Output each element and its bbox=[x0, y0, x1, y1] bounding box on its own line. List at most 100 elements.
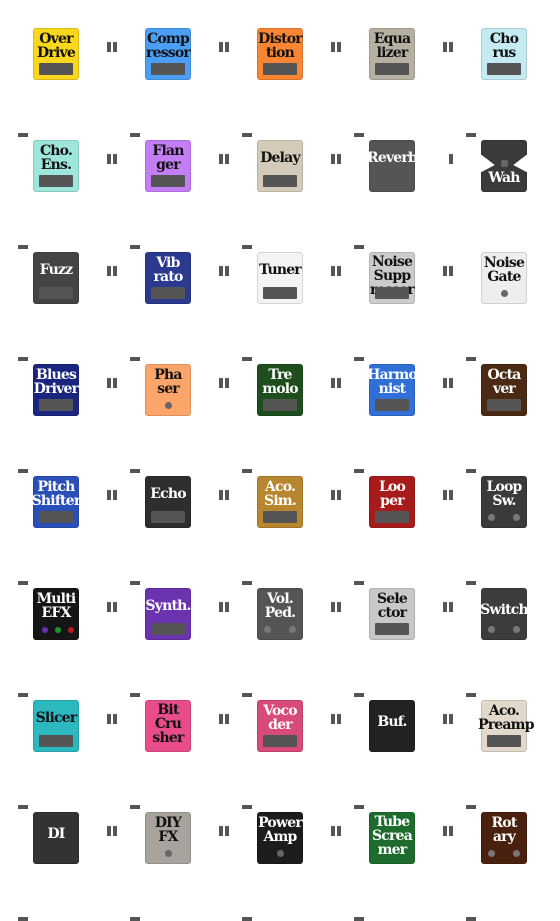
pedal-label: Tube Screa mer bbox=[366, 815, 418, 857]
pedal-label: Cho rus bbox=[478, 32, 530, 60]
pedal-label-line: ger bbox=[156, 157, 180, 173]
pedal-sticker[interactable]: Octa ver bbox=[443, 356, 560, 473]
pedal-sticker[interactable]: Switch bbox=[443, 580, 560, 697]
pedal-sticker[interactable]: Cho rus bbox=[443, 20, 560, 137]
pedal-sticker[interactable]: Reverb bbox=[331, 132, 453, 249]
pedal-sticker[interactable]: DI bbox=[0, 804, 117, 921]
pedal-label-line: Flan bbox=[152, 143, 184, 159]
pedal-sticker[interactable]: Flan ger bbox=[107, 132, 229, 249]
pedal-sticker[interactable]: Tre molo bbox=[219, 356, 341, 473]
pedal-label-line: Buf. bbox=[377, 714, 407, 730]
pedal-sticker[interactable]: Loo per bbox=[331, 468, 453, 585]
input-jack-icon bbox=[443, 490, 447, 500]
pedal-label: Reverb bbox=[366, 151, 418, 165]
pedal-body: Synth. bbox=[145, 588, 191, 640]
pedal-body: Vol. Ped. bbox=[257, 588, 303, 640]
pedal-sticker[interactable]: Pha ser bbox=[107, 356, 229, 473]
pedal-label: Distor tion bbox=[254, 32, 306, 60]
pedal-sticker[interactable]: Pitch Shifter bbox=[0, 468, 117, 585]
pedal-body: Cho. Ens. bbox=[33, 140, 79, 192]
pedal-label-line: sher bbox=[152, 730, 184, 746]
pedal-label-line: rus bbox=[492, 45, 516, 61]
pedal-label: Slicer bbox=[30, 711, 82, 725]
pedal-sticker[interactable]: DIY FX bbox=[107, 804, 229, 921]
display-bar bbox=[263, 399, 297, 411]
pedal-label: Fuzz bbox=[30, 263, 82, 277]
pedal-label: Loo per bbox=[366, 480, 418, 508]
pedal-label-line: Comp bbox=[147, 31, 190, 47]
pedal-sticker[interactable]: Vol. Ped. bbox=[219, 580, 341, 697]
pedal-label-line: Loop bbox=[486, 479, 522, 495]
pedal-body: Multi EFX bbox=[33, 588, 79, 640]
pedal-sticker[interactable]: Rot ary bbox=[443, 804, 560, 921]
pedal-sticker[interactable]: Delay bbox=[219, 132, 341, 249]
pedal-label-line: per bbox=[380, 493, 404, 509]
pedal-sticker[interactable]: Equa lizer bbox=[331, 20, 453, 137]
pedal-sticker[interactable]: Multi EFX bbox=[0, 580, 117, 697]
pedal-label-line: EFX bbox=[41, 605, 71, 621]
pedal-sticker[interactable]: Distor tion bbox=[219, 20, 341, 137]
input-jack-icon bbox=[219, 826, 223, 836]
pedal-label: Blues Driver bbox=[30, 368, 82, 396]
pedal-sticker[interactable]: Noise Gate bbox=[443, 244, 560, 361]
pedal-sticker[interactable]: Loop Sw. bbox=[443, 468, 560, 585]
pedal-label-line: DIY bbox=[154, 815, 182, 831]
pedal-sticker[interactable]: Cho. Ens. bbox=[0, 132, 117, 249]
pedal-sticker[interactable]: Blues Driver bbox=[0, 356, 117, 473]
pedal-sticker[interactable]: Harmo nist bbox=[331, 356, 453, 473]
pedal-sticker[interactable]: Buf. bbox=[331, 692, 453, 809]
pedal-sticker[interactable]: Aco. Sim. bbox=[219, 468, 341, 585]
pedal-sticker[interactable]: Slicer bbox=[0, 692, 117, 809]
pedal-label-line: Slicer bbox=[35, 710, 78, 726]
pedal-label: Over Drive bbox=[30, 32, 82, 60]
pedal-body: Sele ctor bbox=[369, 588, 415, 640]
pedal-body: Cho rus bbox=[481, 28, 527, 80]
pedal-label: Power Amp bbox=[254, 816, 306, 844]
pedal-label-line: Noise bbox=[483, 255, 525, 271]
input-jack-icon bbox=[443, 378, 447, 388]
pedal-label: Synth. bbox=[142, 599, 194, 613]
pedal-sticker[interactable]: Fuzz bbox=[0, 244, 117, 361]
pedal-sticker[interactable]: Over Drive bbox=[0, 20, 117, 137]
pedal-sticker[interactable]: Power Amp bbox=[219, 804, 341, 921]
pedal-sticker[interactable]: NoiseSuppressor bbox=[331, 244, 453, 361]
pedal-body: Vib rato bbox=[145, 252, 191, 304]
display-bar bbox=[263, 735, 297, 747]
pedal-label-line: Ens. bbox=[40, 157, 72, 173]
pedal-sticker[interactable]: Vib rato bbox=[107, 244, 229, 361]
pedal-body: Over Drive bbox=[33, 28, 79, 80]
pedal-body: Reverb bbox=[366, 140, 418, 192]
input-jack-icon bbox=[107, 826, 111, 836]
input-jack-icon bbox=[219, 42, 223, 52]
pedal-label: Bit Cru sher bbox=[142, 703, 194, 745]
pedal-sticker[interactable]: Wah bbox=[448, 132, 560, 244]
input-jack-icon bbox=[107, 42, 111, 52]
pedal-sticker[interactable]: Bit Cru sher bbox=[107, 692, 229, 809]
input-jack-icon bbox=[219, 714, 223, 724]
pedal-body: DIY FX bbox=[145, 812, 191, 864]
pedal-label-line: mer bbox=[377, 842, 408, 858]
input-jack-icon bbox=[331, 42, 335, 52]
pedal-label-line: Driver bbox=[33, 381, 79, 397]
input-jack-icon bbox=[107, 490, 111, 500]
pedal-label-line: Tuner bbox=[259, 262, 302, 278]
pedal-label-line: nist bbox=[378, 381, 406, 397]
footswitch-icon bbox=[513, 514, 520, 521]
input-jack-icon bbox=[331, 602, 335, 612]
pedal-label-line: Pha bbox=[154, 367, 182, 383]
pedal-sticker[interactable]: Sele ctor bbox=[331, 580, 453, 697]
pedal-label-line: Vol. bbox=[267, 591, 294, 607]
pedal-sticker[interactable]: Tube Screa mer bbox=[331, 804, 453, 921]
pedal-sticker[interactable]: Aco. Preamp bbox=[443, 692, 560, 809]
pedal-label: Sele ctor bbox=[366, 592, 418, 620]
pedal-label-line: ver bbox=[492, 381, 516, 397]
pedal-sticker[interactable]: Comp ressor bbox=[107, 20, 229, 137]
input-jack-icon bbox=[331, 378, 335, 388]
pedal-sticker[interactable]: Synth. bbox=[107, 580, 229, 697]
pedal-body: Buf. bbox=[369, 700, 415, 752]
pedal-sticker[interactable]: Tuner bbox=[219, 244, 341, 361]
pedal-sticker[interactable]: Echo bbox=[107, 468, 229, 585]
power-jack-icon bbox=[18, 917, 28, 921]
input-jack-icon bbox=[107, 602, 111, 612]
pedal-sticker[interactable]: Voco der bbox=[219, 692, 341, 809]
